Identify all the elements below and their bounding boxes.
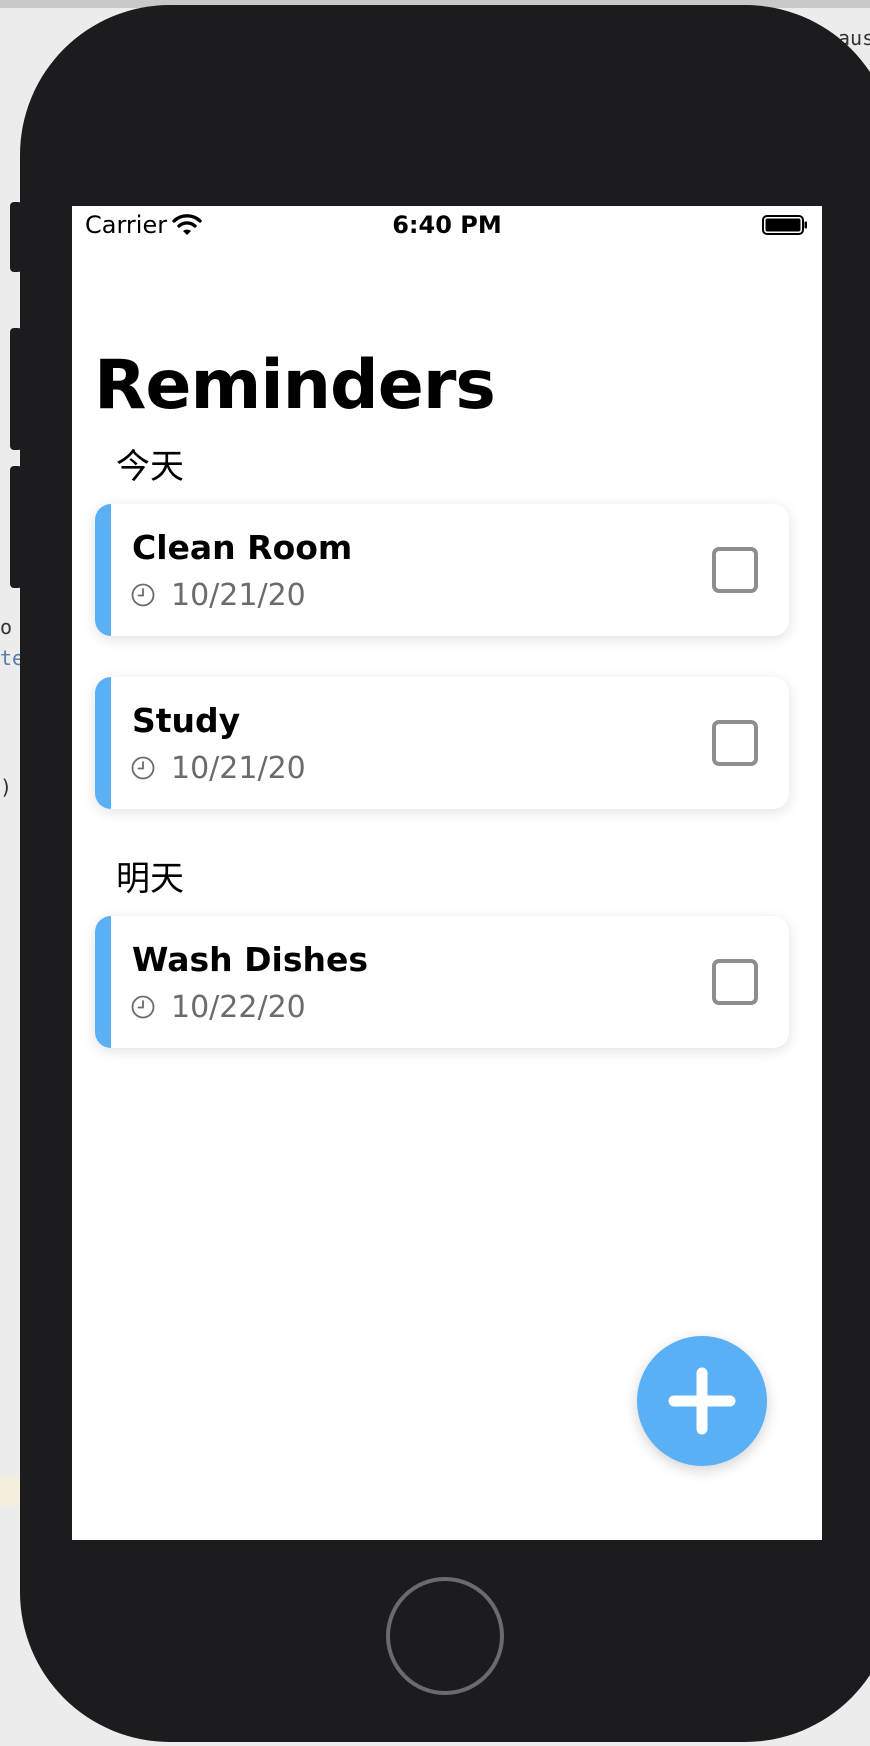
- status-time: 6:40 PM: [392, 211, 502, 239]
- card-accent-bar: [95, 504, 111, 636]
- clock-icon: [131, 756, 155, 780]
- reminder-card[interactable]: Clean Room 10/21/20: [95, 504, 789, 636]
- reminder-title: Wash Dishes: [132, 940, 368, 979]
- complete-checkbox[interactable]: [712, 547, 758, 593]
- section-header-today: 今天: [116, 447, 184, 487]
- reminder-date: 10/21/20: [171, 750, 306, 786]
- clock-icon: [131, 995, 155, 1019]
- section-header-tomorrow: 明天: [116, 859, 184, 899]
- battery-icon: [762, 215, 807, 235]
- clock-icon: [131, 583, 155, 607]
- reminder-card[interactable]: Study 10/21/20: [95, 677, 789, 809]
- app-screen: Carrier 6:40 PM Reminders 今天 Clean Room …: [72, 206, 822, 1540]
- reminder-date-row: 10/21/20: [131, 750, 306, 786]
- reminder-title: Study: [132, 701, 241, 740]
- reminder-card[interactable]: Wash Dishes 10/22/20: [95, 916, 789, 1048]
- reminder-date-row: 10/22/20: [131, 989, 306, 1025]
- home-button[interactable]: [386, 1577, 504, 1695]
- card-accent-bar: [95, 916, 111, 1048]
- status-bar: Carrier 6:40 PM: [72, 206, 822, 246]
- complete-checkbox[interactable]: [712, 720, 758, 766]
- complete-checkbox[interactable]: [712, 959, 758, 1005]
- add-reminder-button[interactable]: [637, 1336, 767, 1466]
- editor-code-fragment: o: [0, 615, 13, 639]
- reminder-title: Clean Room: [132, 528, 353, 567]
- card-accent-bar: [95, 677, 111, 809]
- editor-code-fragment: ): [0, 775, 13, 799]
- plus-icon: [668, 1367, 736, 1435]
- reminder-date-row: 10/21/20: [131, 577, 306, 613]
- reminder-date: 10/22/20: [171, 989, 306, 1025]
- page-title: Reminders: [94, 346, 496, 425]
- reminder-date: 10/21/20: [171, 577, 306, 613]
